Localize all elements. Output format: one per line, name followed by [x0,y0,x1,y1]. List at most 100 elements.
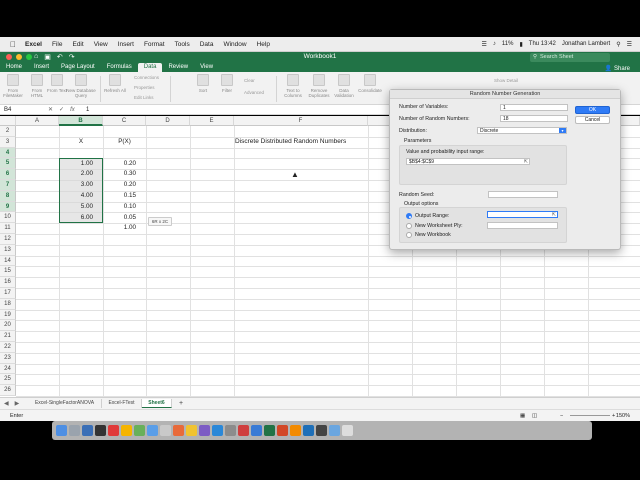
zoom-in-icon[interactable]: + [612,410,615,422]
row-header[interactable]: 17 [0,288,16,299]
photos-icon[interactable] [186,425,197,436]
formula-input[interactable]: 1 [86,105,89,115]
column-header-b[interactable]: B [59,116,103,126]
row-header[interactable]: 23 [0,352,16,364]
vlc-icon[interactable] [290,425,301,436]
tab-page-layout[interactable]: Page Layout [55,63,101,72]
input-range-field[interactable]: $B$4:$C$9 ⇱ [406,158,530,165]
row-header[interactable]: 20 [0,320,16,332]
from-text-button[interactable]: From Text [46,74,68,93]
menu-app-name[interactable]: Excel [20,41,47,48]
remove-duplicates-button[interactable]: Remove Duplicates [306,74,332,98]
ok-button[interactable]: OK [575,106,610,114]
row-header[interactable]: 21 [0,331,16,342]
from-html-button[interactable]: From HTML [26,74,48,98]
row-header[interactable]: 11 [0,223,16,234]
output-range-radio[interactable] [406,213,412,219]
tab-insert[interactable]: Insert [28,63,55,72]
battery-percent[interactable]: 11% [502,41,514,47]
new-worksheet-input[interactable] [487,222,558,229]
volume-icon[interactable]: ♪ [493,41,496,47]
add-sheet-button[interactable]: + [174,399,188,408]
row-header[interactable]: 3 [0,136,16,148]
new-database-query-button[interactable]: New Database Query [66,74,96,98]
powerpoint-icon[interactable] [277,425,288,436]
distribution-select[interactable]: Discrete ▾ [477,127,567,134]
cell-c3[interactable]: P(X) [103,137,146,148]
cell-b8[interactable]: 5.00 [59,202,103,213]
menu-file[interactable]: File [47,41,67,48]
screenflow-icon[interactable] [316,425,327,436]
row-header[interactable]: 4 [0,147,16,159]
terminal-icon[interactable] [95,425,106,436]
cell-b6[interactable]: 3.00 [59,180,103,191]
clear-button[interactable]: Clear [244,78,255,83]
cancel-button[interactable]: Cancel [575,116,610,124]
cell-b5[interactable]: 2.00 [59,169,103,180]
cell-b9[interactable]: 6.00 [59,213,103,224]
show-detail-button[interactable]: Show Detail [494,78,518,83]
sheet-tab-ftest[interactable]: Excel-FTest [102,399,142,408]
share-button[interactable]: 👤 Share [605,65,640,72]
cell-b3[interactable]: X [59,137,103,148]
row-header[interactable]: 19 [0,309,16,321]
menu-list-icon[interactable]: ☰ [627,41,632,48]
clock[interactable]: Thu 13:42 [529,41,556,47]
prev-sheet-icon[interactable]: ◀ [4,400,9,407]
row-header[interactable]: 13 [0,244,16,256]
num-variables-input[interactable]: 1 [500,104,568,111]
sheet-tab-sheet6[interactable]: Sheet6 [142,399,172,408]
finder-icon[interactable] [56,425,67,436]
cell-c6[interactable]: 0.20 [103,180,146,191]
edit-links-button[interactable]: Edit Links [134,95,154,100]
collapse-dialog-icon[interactable]: ⇱ [524,159,528,165]
next-sheet-icon[interactable]: ▶ [15,400,20,407]
app-store-icon[interactable] [212,425,223,436]
notes-icon[interactable] [121,425,132,436]
contacts-icon[interactable] [160,425,171,436]
row-header[interactable]: 24 [0,363,16,375]
row-header[interactable]: 22 [0,342,16,353]
apple-icon[interactable]:  [6,40,20,49]
column-header-d[interactable]: D [146,116,190,126]
cancel-formula-icon[interactable]: ✕ [48,105,53,115]
refresh-all-button[interactable]: Refresh All [104,74,126,93]
zoom-slider[interactable] [570,415,610,416]
acrobat-icon[interactable] [238,425,249,436]
menu-format[interactable]: Format [139,41,170,48]
cell-f3[interactable]: Discrete Distributed Random Numbers [234,137,368,148]
data-validation-button[interactable]: Data Validation [332,74,356,98]
cell-c5[interactable]: 0.30 [103,169,146,180]
row-header[interactable]: 8 [0,190,16,202]
menu-data[interactable]: Data [195,41,219,48]
messages-icon[interactable] [134,425,145,436]
menu-edit[interactable]: Edit [67,41,88,48]
itunes-icon[interactable] [199,425,210,436]
menu-help[interactable]: Help [252,41,275,48]
cell-c10[interactable]: 1.00 [103,223,146,234]
row-header[interactable]: 16 [0,277,16,288]
num-random-input[interactable]: 18 [500,115,568,122]
skype-icon[interactable] [303,425,314,436]
user-name[interactable]: Jonathan Lambert [562,41,610,47]
tab-view[interactable]: View [194,63,219,72]
menu-tools[interactable]: Tools [170,41,195,48]
launchpad-icon[interactable] [69,425,80,436]
downloads-icon[interactable] [329,425,340,436]
word-icon[interactable] [251,425,262,436]
collapse-dialog-icon[interactable]: ⇱ [552,212,556,218]
calendar-icon[interactable] [173,425,184,436]
row-header[interactable]: 7 [0,180,16,191]
wifi-icon[interactable]: ☰ [482,41,487,48]
name-box[interactable]: B4 [2,106,42,114]
tab-home[interactable]: Home [0,63,28,72]
row-header[interactable]: 12 [0,234,16,245]
advanced-button[interactable]: Advanced [244,90,264,95]
output-range-field[interactable]: ⇱ [487,211,558,218]
row-header[interactable]: 26 [0,385,16,396]
search-icon[interactable]: ⚲ [616,41,620,48]
row-header[interactable]: 2 [0,126,16,137]
chrome-icon[interactable] [108,425,119,436]
sheet-search-input[interactable]: ⚲ Search Sheet [530,53,610,62]
properties-button[interactable]: Properties [134,85,155,90]
